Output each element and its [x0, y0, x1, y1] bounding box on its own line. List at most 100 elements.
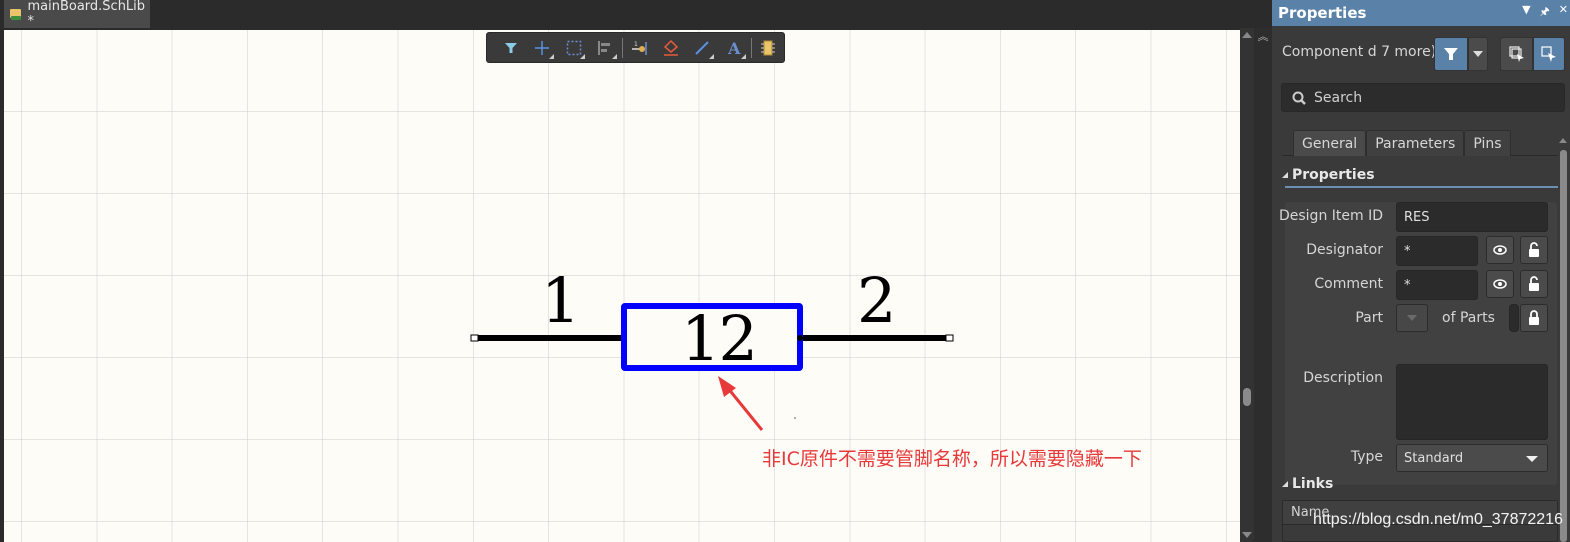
toolbar-select-area-button[interactable] — [558, 34, 589, 62]
designator-label: Designator — [1306, 242, 1383, 258]
collapse-triangle-icon — [1282, 172, 1288, 178]
properties-panel: Properties ▼ 🖈 ✕ Component d 7 more) Sea… — [1272, 0, 1570, 542]
toolbar-place-part-button[interactable] — [753, 34, 784, 62]
dropdown-icon[interactable]: ▼ — [1522, 3, 1530, 22]
panel-header: Properties ▼ 🖈 ✕ — [1272, 0, 1570, 26]
comment-row: Comment * — [1285, 270, 1557, 300]
selection-filter-button[interactable] — [1434, 37, 1468, 71]
svg-text:A: A — [727, 40, 741, 56]
active-bar-toolbar: 1 A — [486, 32, 785, 63]
tab-pins[interactable]: Pins — [1464, 130, 1511, 156]
watermark: https://blog.csdn.net/m0_37872216 — [1313, 511, 1563, 528]
text-icon: A — [727, 40, 741, 56]
chevron-down-icon — [1407, 315, 1417, 321]
unlock-icon — [1529, 242, 1539, 257]
type-select[interactable]: Standard — [1396, 444, 1548, 472]
pin-2-number: 2 — [857, 264, 897, 337]
lock-icon — [1529, 310, 1539, 325]
search-input[interactable] — [1314, 89, 1554, 106]
collapse-triangle-icon — [1282, 481, 1288, 487]
tab-parameters[interactable]: Parameters — [1366, 130, 1465, 156]
pin-2-hotspot[interactable] — [945, 334, 954, 342]
toolbar-separator — [621, 37, 623, 58]
select-touching-icon — [1541, 46, 1556, 62]
tab-general[interactable]: General — [1293, 130, 1367, 156]
type-label: Type — [1350, 449, 1383, 465]
selection-filter-dropdown[interactable] — [1468, 37, 1488, 71]
app-root: mainBoard.SchLib * 1 2 12 非IC原件不需要管脚名称，所… — [0, 0, 1570, 542]
panel-tabs: General Parameters Pins — [1282, 130, 1558, 156]
toolbar-line-button[interactable] — [687, 34, 718, 62]
search-icon — [1292, 91, 1306, 105]
panel-body: Component d 7 more) General Parameters — [1272, 26, 1570, 542]
resistor-body-label: 12 — [681, 302, 758, 375]
unlock-icon — [1529, 276, 1539, 291]
select-inside-button[interactable] — [1500, 37, 1533, 71]
ieee-symbol-icon — [663, 39, 679, 56]
double-chevron-up-icon[interactable]: ︽ — [1258, 30, 1269, 43]
comment-label: Comment — [1314, 276, 1383, 292]
select-inside-icon — [1508, 46, 1524, 62]
pin-icon[interactable]: 🖈 — [1540, 3, 1550, 22]
type-row: Type Standard — [1285, 444, 1557, 474]
scrollbar-thumb[interactable] — [1243, 388, 1251, 406]
properties-section-title: Properties — [1292, 167, 1375, 183]
part-dropdown[interactable] — [1396, 304, 1428, 332]
crosshair-icon — [535, 40, 550, 55]
toolbar-place-pin-button[interactable]: 1 — [624, 34, 655, 62]
pin-2-junction — [797, 335, 803, 341]
chevron-down-icon — [1473, 51, 1483, 57]
scroll-up-icon[interactable] — [1559, 138, 1567, 143]
panel-collapse-gutter[interactable]: ︽ — [1254, 28, 1272, 542]
eye-icon — [1493, 245, 1507, 255]
designator-lock-button[interactable] — [1520, 236, 1548, 264]
designator-visibility-button[interactable] — [1486, 236, 1514, 264]
canvas-vertical-scrollbar[interactable] — [1240, 28, 1254, 542]
align-icon — [598, 40, 611, 55]
toolbar-ieee-button[interactable] — [655, 34, 686, 62]
toolbar-text-button[interactable]: A — [718, 34, 749, 62]
panel-scrollbar-thumb[interactable] — [1560, 150, 1567, 542]
comment-visibility-button[interactable] — [1486, 270, 1514, 298]
scroll-down-icon[interactable] — [1242, 532, 1252, 538]
designator-field[interactable]: * — [1396, 236, 1478, 266]
comment-lock-button[interactable] — [1520, 270, 1548, 298]
toolbar-crosshair-button[interactable] — [526, 34, 557, 62]
close-icon[interactable]: ✕ — [1559, 3, 1568, 22]
svg-text:1: 1 — [634, 41, 638, 48]
toolbar-align-button[interactable] — [589, 34, 620, 62]
toolbar-separator — [750, 37, 752, 58]
description-row: Description — [1285, 364, 1557, 440]
part-row: Part of Parts — [1285, 304, 1557, 334]
canvas-dot — [794, 417, 796, 419]
design-item-id-row: Design Item ID RES — [1279, 202, 1557, 232]
pin-1-hotspot[interactable] — [470, 334, 479, 342]
design-item-id-field[interactable]: RES — [1396, 202, 1548, 232]
links-section-header[interactable]: Links — [1282, 472, 1558, 496]
description-field[interactable] — [1396, 364, 1548, 440]
pin-1-number: 1 — [541, 264, 581, 337]
pin-icon: 1 — [631, 41, 647, 55]
properties-group: Design Item ID RES Designator * Comment … — [1279, 202, 1557, 485]
of-parts-label: of Parts — [1442, 310, 1495, 326]
panel-title: Properties — [1278, 4, 1367, 22]
links-section-title: Links — [1292, 476, 1334, 492]
designator-row: Designator * — [1285, 236, 1557, 266]
search-box[interactable] — [1281, 83, 1565, 112]
select-touching-button[interactable] — [1533, 37, 1565, 71]
description-label: Description — [1303, 370, 1383, 386]
panel-scrollbar[interactable] — [1559, 138, 1568, 542]
component-icon — [761, 40, 776, 55]
scroll-up-icon[interactable] — [1242, 32, 1252, 38]
annotation-arrow-shaft — [725, 386, 764, 431]
filter-icon — [1444, 48, 1458, 60]
toolbar-filter-button[interactable] — [495, 34, 526, 62]
selection-rect-icon — [566, 40, 581, 55]
part-lock-button[interactable] — [1520, 304, 1548, 332]
parts-count-field[interactable] — [1509, 304, 1519, 332]
selection-label: Component d 7 more) — [1282, 44, 1437, 60]
properties-section-header[interactable]: Properties — [1282, 163, 1558, 187]
comment-field[interactable]: * — [1396, 270, 1478, 300]
part-label: Part — [1355, 310, 1383, 326]
annotation-text: 非IC原件不需要管脚名称，所以需要隐藏一下 — [762, 448, 1142, 470]
